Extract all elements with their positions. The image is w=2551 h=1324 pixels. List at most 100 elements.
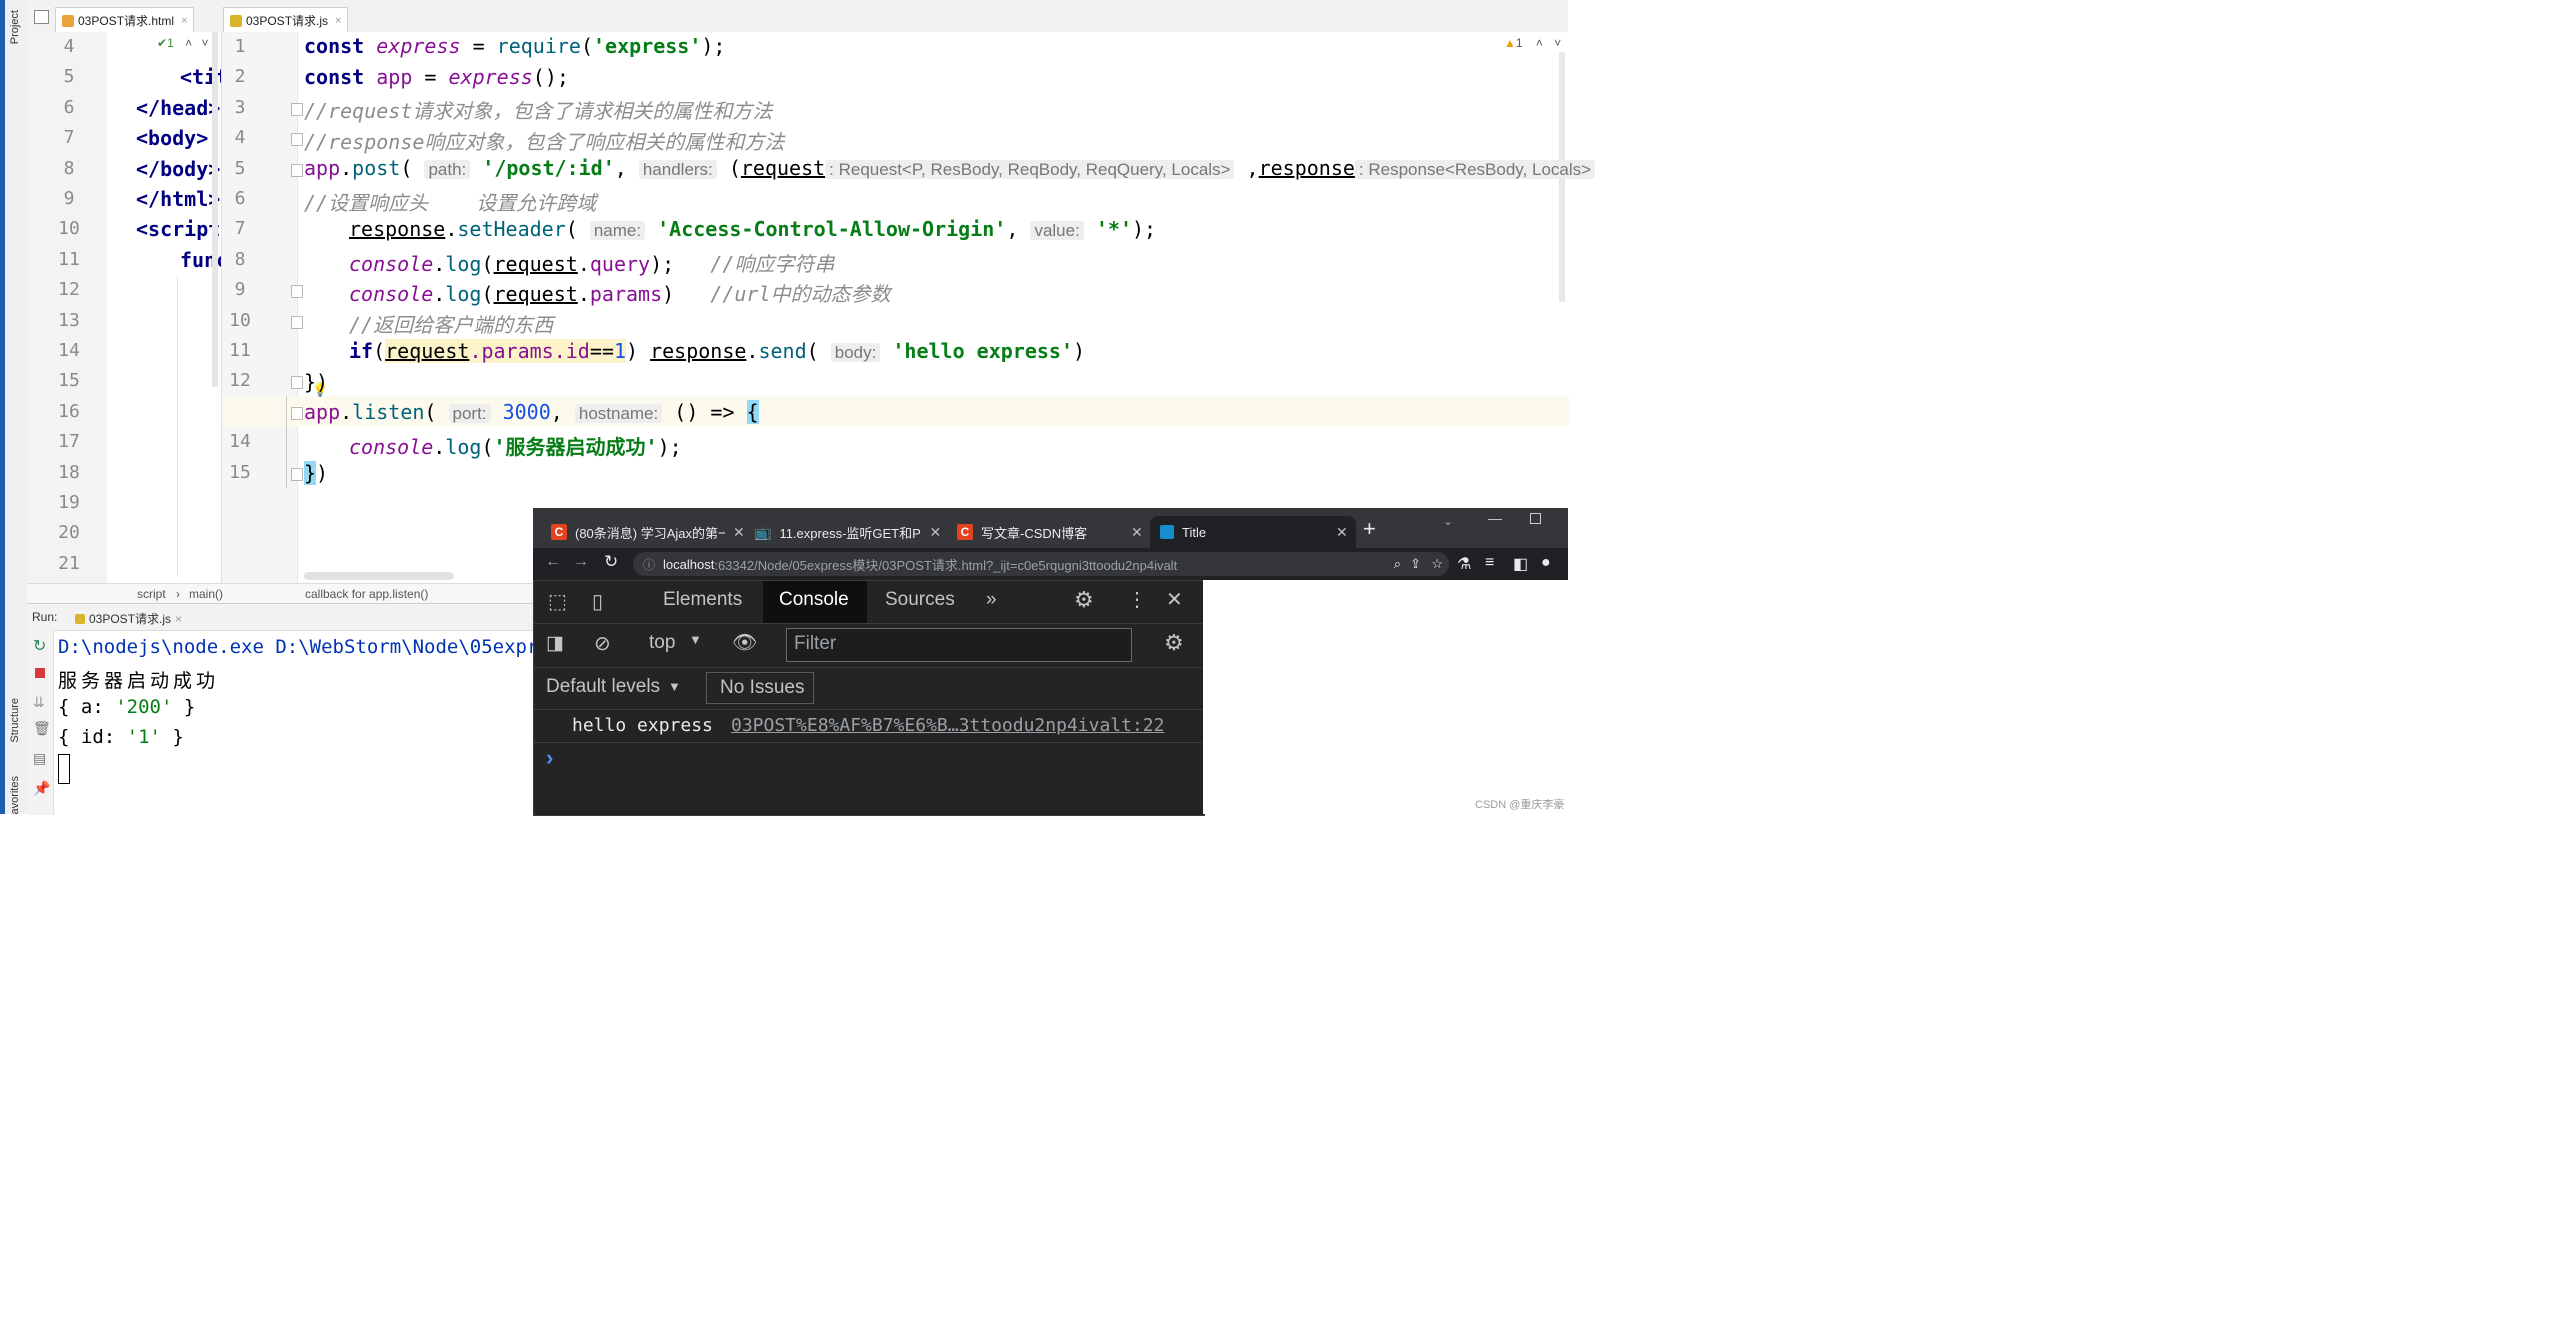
extensions-icon[interactable]: ⚗ (1457, 554, 1471, 574)
close-icon[interactable]: ✕ (1336, 524, 1348, 541)
scroll-to-end-icon[interactable]: ⇊ (33, 694, 45, 711)
reading-list-icon[interactable]: ≡ (1485, 554, 1494, 572)
tab-sources[interactable]: Sources (885, 589, 955, 611)
maximize-icon[interactable] (1530, 513, 1541, 524)
run-tab-label: 03POST请求.js (89, 612, 172, 626)
favorites-tool-tab[interactable]: avorites (9, 776, 21, 815)
close-icon[interactable]: ✕ (929, 524, 941, 541)
fold-marker[interactable] (291, 468, 303, 481)
tab-elements[interactable]: Elements (663, 589, 742, 611)
side-panel-icon[interactable]: ◧ (1513, 554, 1528, 574)
tab-search-icon[interactable]: ⌄ (1443, 514, 1453, 528)
left-scrollbar[interactable] (212, 32, 218, 387)
project-tool-tab[interactable]: Project (9, 10, 21, 44)
stop-icon[interactable] (35, 668, 45, 678)
pin-icon[interactable]: 📌 (33, 780, 50, 797)
fold-marker[interactable] (291, 103, 303, 116)
chevron-up-icon[interactable]: ˄ (185, 36, 192, 50)
split-view-icon[interactable] (34, 10, 49, 24)
browser-tab[interactable]: C 写文章-CSDN博客 ✕ (951, 516, 1147, 548)
code-token: log (445, 282, 482, 306)
share-icon[interactable]: ⇪ (1410, 556, 1421, 572)
source-link[interactable]: 03POST%E8%AF%B7%E6%B…3ttoodu2np4ivalt:22 (731, 715, 1164, 736)
fold-marker[interactable] (291, 376, 303, 389)
log-levels-dropdown[interactable]: Default levels (546, 676, 660, 698)
breadcrumb-item[interactable]: script (137, 587, 166, 601)
context-selector[interactable]: top (649, 632, 675, 654)
more-tabs-icon[interactable]: » (986, 589, 997, 611)
line-number: 4 (234, 127, 246, 149)
param-hint: path: (424, 160, 471, 179)
star-icon[interactable]: ☆ (1431, 556, 1443, 572)
new-tab-button[interactable]: + (1363, 516, 1376, 542)
clear-console-icon[interactable]: ⊘ (594, 631, 611, 656)
issues-button[interactable]: No Issues (706, 672, 814, 704)
forward-icon[interactable]: → (573, 553, 589, 571)
left-editor[interactable]: ✔1 ˄ ˅ 4 5 <tit 6 </head> 7 <body> 8 </body> 9 </h… (27, 32, 232, 583)
profile-icon[interactable]: ● (1541, 554, 1551, 572)
layout-icon[interactable]: ▤ (33, 750, 46, 767)
tab-label: 03POST请求.html (78, 14, 175, 28)
console-input-caret[interactable] (58, 754, 70, 784)
filter-input[interactable]: Filter (786, 628, 1132, 662)
code-token: require (496, 34, 581, 58)
tab-03post-js[interactable]: 03POST请求.js × (223, 7, 349, 33)
device-toolbar-icon[interactable]: ▯ (592, 589, 603, 614)
kebab-menu-icon[interactable]: ⋮ (1127, 587, 1147, 612)
right-editor[interactable]: 123456789101112131415 💡 ▲1 ˄ ˅ const exp… (221, 32, 1596, 583)
horizontal-scrollbar[interactable] (304, 572, 454, 580)
console-prompt-icon[interactable]: › (546, 745, 553, 771)
chevron-up-icon[interactable]: ˄ (1536, 36, 1543, 50)
fold-marker[interactable] (291, 285, 303, 298)
caret-down-icon[interactable]: ▼ (689, 632, 702, 647)
close-devtools-icon[interactable]: ✕ (1166, 587, 1183, 612)
code-token: . (746, 339, 759, 363)
run-label: Run: (32, 610, 58, 624)
eye-icon[interactable]: 👁 (732, 630, 757, 655)
browser-tab[interactable]: C (80条消息) 学习Ajax的第一天 ✕ (543, 516, 751, 548)
structure-tool-tab[interactable]: Structure (9, 698, 21, 743)
fold-marker[interactable] (291, 316, 303, 329)
fold-marker[interactable] (291, 164, 303, 177)
browser-tab[interactable]: 📺 11.express-监听GET和POST ✕ (748, 516, 944, 548)
chevron-down-icon[interactable]: ˅ (1554, 36, 1561, 50)
address-bar[interactable]: ⓘ localhost :63342/Node/05express模块/03PO… (633, 552, 1449, 576)
minimize-icon[interactable]: — (1488, 510, 1502, 526)
browser-tab-active[interactable]: Title ✕ (1150, 516, 1356, 548)
breadcrumb-item[interactable]: main() (189, 587, 223, 601)
settings-gear-icon[interactable]: ⚙ (1074, 587, 1094, 613)
url-path: :63342/Node/05express模块/03POST请求.html?_i… (714, 557, 1178, 573)
code-token: , (550, 400, 575, 424)
close-icon[interactable]: × (181, 15, 187, 27)
close-icon[interactable]: × (335, 15, 341, 27)
tab-03post-html[interactable]: 03POST请求.html × (55, 7, 195, 33)
trash-icon[interactable]: 🗑 (33, 720, 51, 737)
console-output-line: 服务器启动成功 (58, 671, 220, 692)
close-icon[interactable]: ✕ (733, 524, 745, 541)
code-token: , (1234, 156, 1259, 180)
sidebar-toggle-icon[interactable]: ◨ (546, 632, 564, 655)
zoom-icon[interactable]: ⌕ (1394, 556, 1401, 572)
back-icon[interactable]: ← (545, 553, 561, 571)
fold-marker[interactable] (291, 133, 303, 146)
breadcrumb-item[interactable]: callback for app.listen() (305, 587, 428, 601)
run-tab[interactable]: 03POST请求.js × (75, 610, 182, 627)
close-icon[interactable]: ✕ (1131, 524, 1143, 541)
inspect-element-icon[interactable]: ⬚ (548, 589, 567, 614)
chevron-down-icon[interactable]: ˅ (201, 36, 208, 50)
rerun-icon[interactable]: ↻ (33, 636, 46, 656)
inspection-widget[interactable]: ✔1 ˄ ˅ (157, 36, 208, 50)
type-hint: : Response<ResBody, Locals> (1354, 160, 1596, 179)
tab-console-label[interactable]: Console (779, 589, 849, 611)
run-tabbar: Run: 03POST请求.js × (27, 604, 533, 631)
warning-icon: ▲ (1504, 36, 1516, 50)
caret-down-icon[interactable]: ▼ (668, 679, 681, 694)
inspection-widget[interactable]: ▲1 ˄ ˅ (1504, 36, 1561, 50)
code-token: ( (580, 34, 594, 58)
close-icon[interactable]: × (175, 612, 182, 626)
reload-icon[interactable]: ↻ (604, 552, 618, 572)
browser-tab-title: Title (1182, 524, 1207, 540)
code-token: app (376, 65, 413, 89)
console-settings-icon[interactable]: ⚙ (1164, 630, 1184, 656)
fold-marker[interactable] (291, 407, 303, 420)
